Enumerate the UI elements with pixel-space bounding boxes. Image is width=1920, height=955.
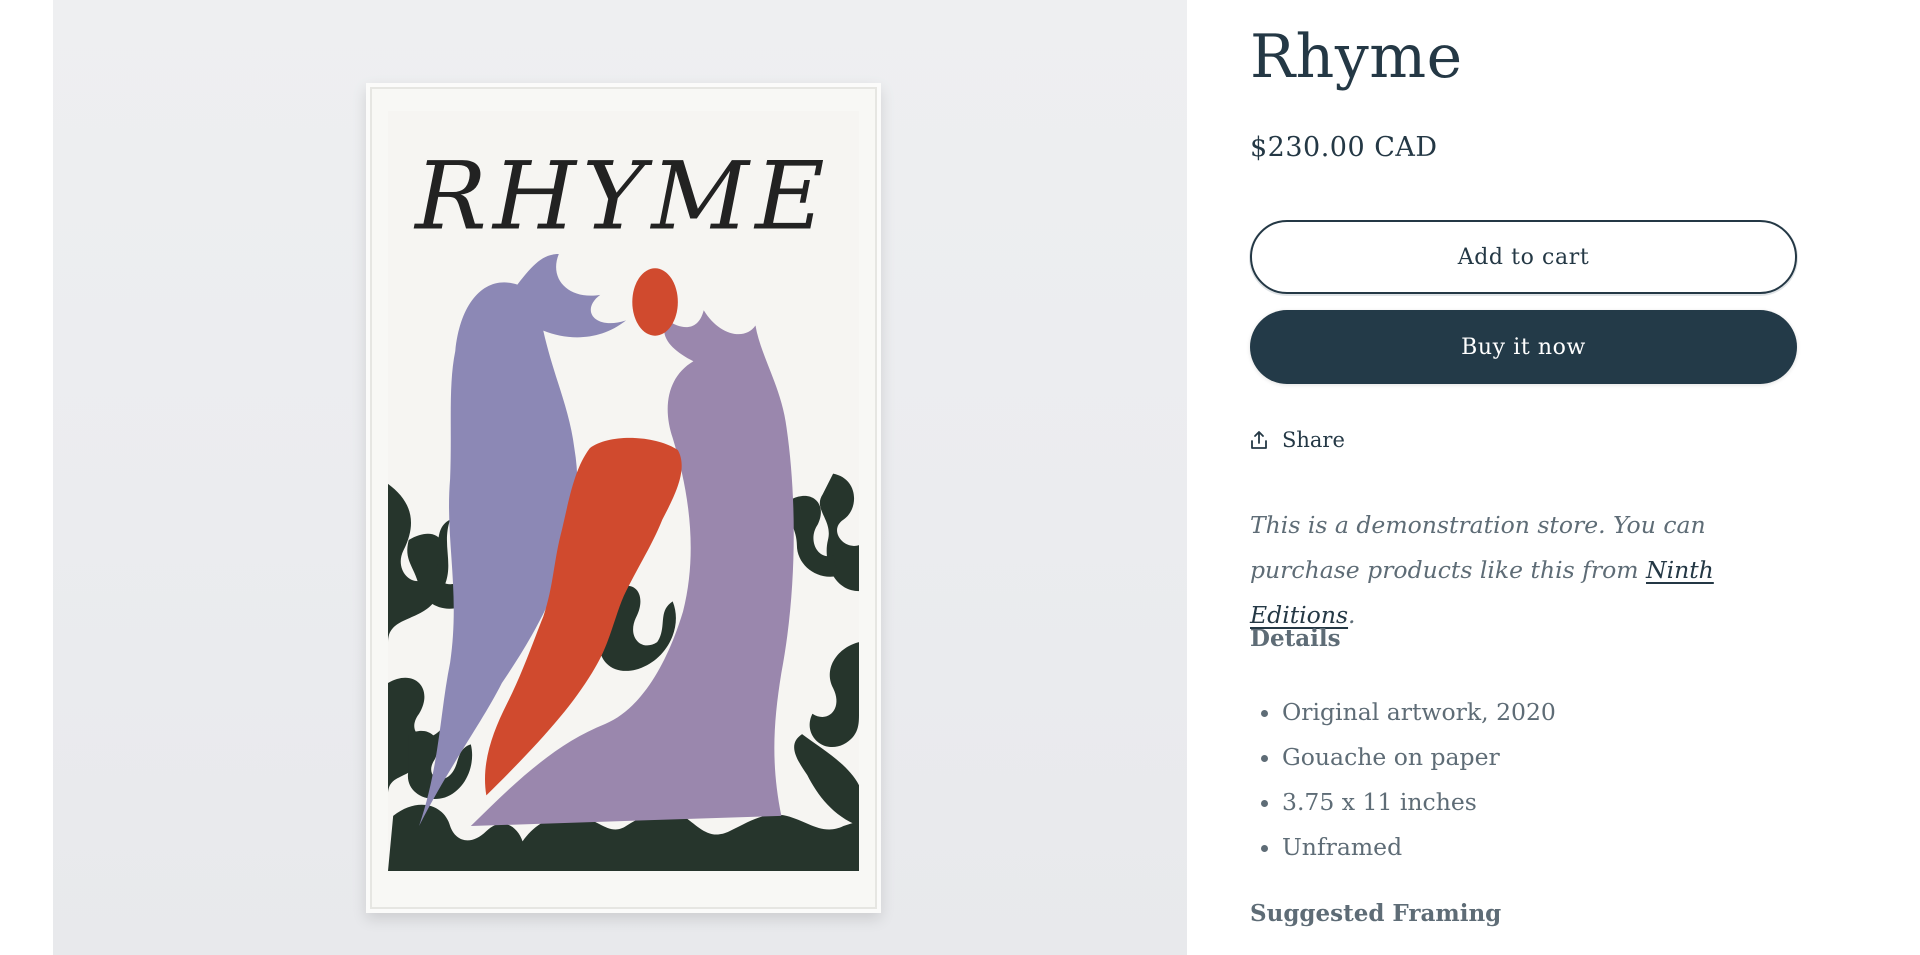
details-heading: Details — [1250, 625, 1341, 652]
share-button[interactable]: Share — [1250, 428, 1345, 452]
artwork-mat: RHYME — [388, 111, 859, 871]
artwork-title-lettering: RHYME — [413, 142, 831, 251]
suggested-framing-heading: Suggested Framing — [1250, 900, 1502, 927]
artwork-rhyme: RHYME — [388, 111, 859, 871]
product-description: This is a demonstration store. You can p… — [1250, 503, 1810, 638]
red-ball — [632, 268, 678, 336]
add-to-cart-button[interactable]: Add to cart — [1250, 220, 1797, 294]
product-price: $230.00 CAD — [1250, 132, 1438, 163]
details-list: Original artwork, 2020 Gouache on paper … — [1250, 690, 1556, 870]
description-text: This is a demonstration store. You can p… — [1250, 511, 1706, 584]
product-title: Rhyme — [1250, 22, 1463, 92]
details-item: 3.75 x 11 inches — [1250, 780, 1556, 825]
product-media[interactable]: RHYME — [53, 0, 1187, 955]
details-item: Gouache on paper — [1250, 735, 1556, 780]
details-item: Original artwork, 2020 — [1250, 690, 1556, 735]
buy-it-now-button[interactable]: Buy it now — [1250, 310, 1797, 384]
picture-frame: RHYME — [366, 83, 881, 913]
description-end: . — [1348, 601, 1356, 629]
details-item: Unframed — [1250, 825, 1556, 870]
share-label: Share — [1282, 428, 1345, 452]
share-icon — [1250, 430, 1268, 450]
product-page: RHYME Rhyme $230.00 CAD Add to cart Buy … — [0, 0, 1920, 955]
